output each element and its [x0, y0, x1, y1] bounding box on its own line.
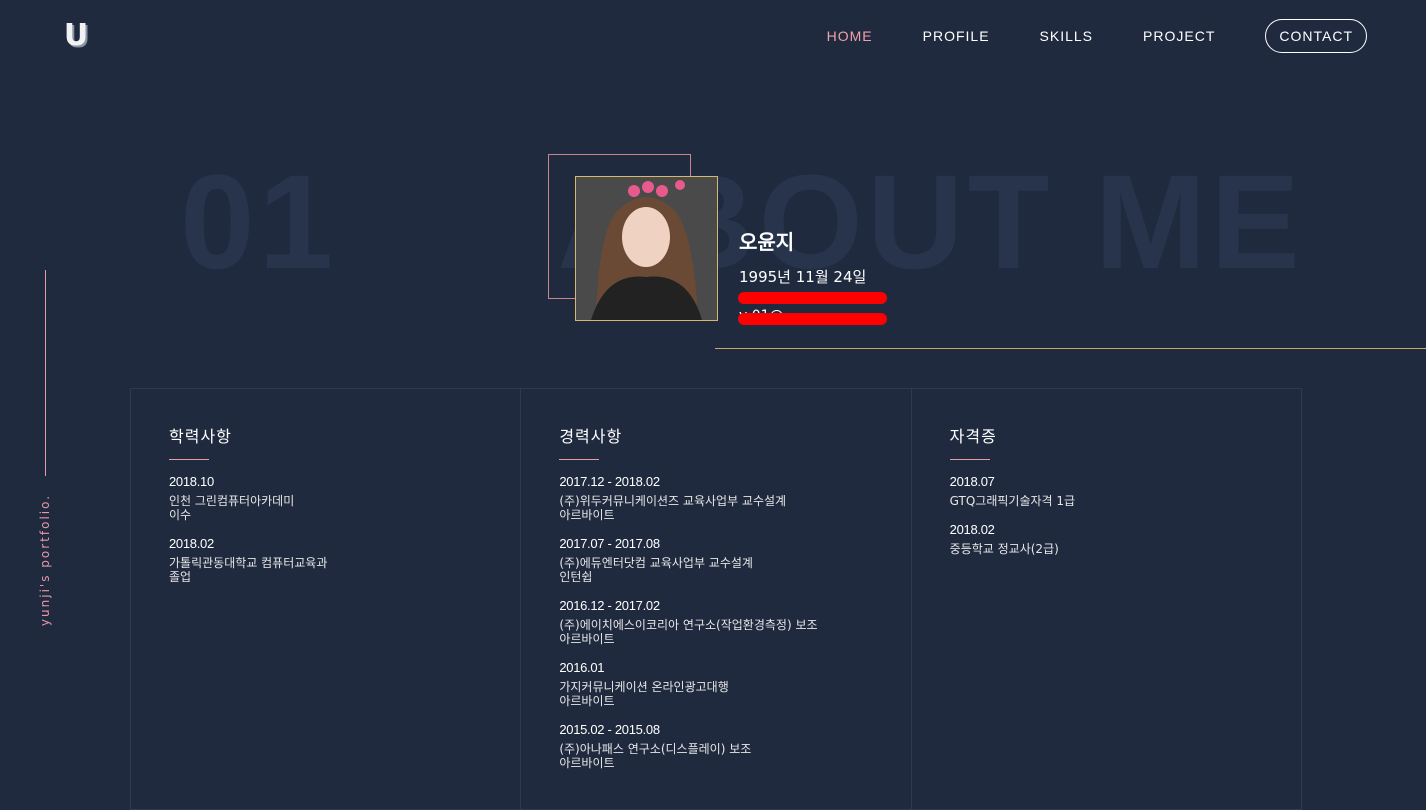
entry-date: 2017.07 - 2017.08 [559, 536, 660, 551]
list-item: 2016.12 - 2017.02 (주)에이치에스이코리아 연구소(작업환경측… [559, 598, 910, 646]
entry-desc: 가지커뮤니케이션 온라인광고대행 아르바이트 [559, 680, 729, 708]
nav-project[interactable]: PROJECT [1143, 28, 1215, 44]
panel-title: 자격증 [949, 427, 997, 446]
entry-date: 2016.01 [559, 660, 605, 675]
entry-date: 2018.02 [949, 522, 995, 537]
entry-desc: 가톨릭관동대학교 컴퓨터교육과 졸업 [169, 556, 328, 584]
entry-date: 2015.02 - 2015.08 [559, 722, 660, 737]
certificate-panel: 자격증 2018.07 GTQ그래픽기술자격 1급 2018.02 중등학교 정… [912, 389, 1301, 809]
entry-desc: 인천 그린컴퓨터아카데미 이수 [169, 494, 295, 522]
career-panel: 경력사항 2017.12 - 2018.02 (주)위두커뮤니케이션즈 교육사업… [521, 389, 912, 809]
nav-profile[interactable]: PROFILE [923, 28, 990, 44]
list-item: 2017.12 - 2018.02 (주)위두커뮤니케이션즈 교육사업부 교수설… [559, 474, 910, 522]
list-item: 2016.01 가지커뮤니케이션 온라인광고대행 아르바이트 [559, 660, 910, 708]
list-item: 2017.07 - 2017.08 (주)에듀엔터닷컴 교육사업부 교수설계 인… [559, 536, 910, 584]
list-item: 2015.02 - 2015.08 (주)아나패스 연구소(디스플레이) 보조 … [559, 722, 910, 770]
title-underline [949, 459, 990, 460]
section-number: 01 [180, 148, 338, 297]
contact-button[interactable]: CONTACT [1265, 19, 1367, 53]
entry-desc: 중등학교 정교사(2급) [949, 542, 1059, 556]
main-nav: HOME PROFILE SKILLS PROJECT CONTACT [777, 18, 1367, 54]
entry-desc: (주)아나패스 연구소(디스플레이) 보조 아르바이트 [559, 742, 752, 770]
redaction-bar [738, 292, 887, 304]
entry-desc: (주)에이치에스이코리아 연구소(작업환경측정) 보조 아르바이트 [559, 618, 818, 646]
list-item: 2018.10 인천 그린컴퓨터아카데미 이수 [169, 474, 520, 522]
panel-title: 경력사항 [559, 427, 623, 446]
side-divider [45, 270, 46, 476]
profile-photo [575, 176, 718, 321]
profile-name: 오윤지 [739, 230, 795, 254]
entry-date: 2018.10 [169, 474, 214, 489]
redaction-bar [738, 313, 887, 325]
panel-title: 학력사항 [169, 427, 232, 446]
entry-desc: GTQ그래픽기술자격 1급 [949, 494, 1076, 508]
logo[interactable]: U [62, 18, 90, 54]
list-item: 2018.02 가톨릭관동대학교 컴퓨터교육과 졸업 [169, 536, 520, 584]
info-panels: 학력사항 2018.10 인천 그린컴퓨터아카데미 이수 2018.02 가톨릭… [130, 388, 1302, 810]
list-item: 2018.02 중등학교 정교사(2급) [950, 522, 1301, 556]
nav-skills[interactable]: SKILLS [1040, 28, 1093, 44]
title-underline [559, 459, 600, 460]
entry-date: 2017.12 - 2018.02 [559, 474, 660, 489]
nav-home[interactable]: HOME [827, 28, 873, 44]
entry-date: 2018.07 [949, 474, 995, 489]
profile-birthdate: 1995년 11월 24일 [739, 268, 867, 286]
entry-date: 2018.02 [169, 536, 214, 551]
title-underline [169, 459, 209, 460]
list-item: 2018.07 GTQ그래픽기술자격 1급 [950, 474, 1301, 508]
entry-desc: (주)에듀엔터닷컴 교육사업부 교수설계 인턴쉽 [559, 556, 753, 584]
side-caption: yunji's portfolio. [38, 493, 52, 627]
entry-date: 2016.12 - 2017.02 [559, 598, 660, 613]
gold-divider [715, 348, 1426, 349]
entry-desc: (주)위두커뮤니케이션즈 교육사업부 교수설계 아르바이트 [559, 494, 787, 522]
education-panel: 학력사항 2018.10 인천 그린컴퓨터아카데미 이수 2018.02 가톨릭… [131, 389, 522, 809]
